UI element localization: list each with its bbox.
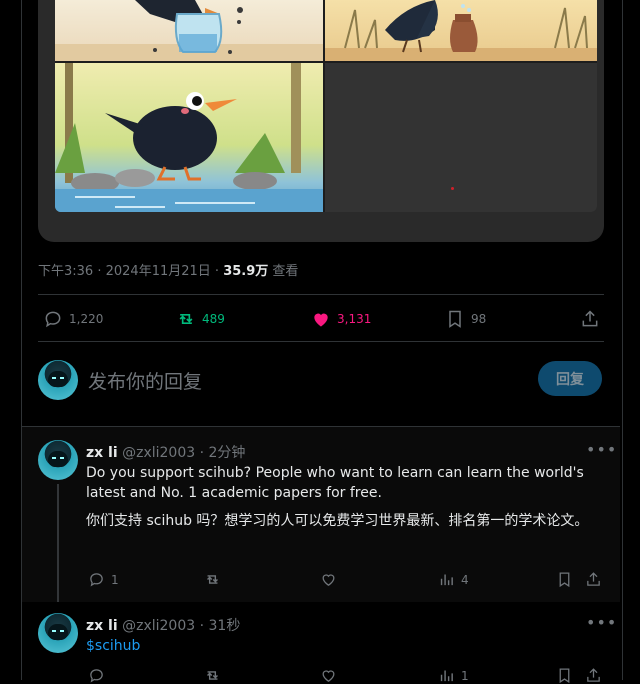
- view-count: 1: [461, 668, 469, 683]
- bookmark-icon: [559, 668, 570, 684]
- views-icon: [440, 574, 453, 586]
- reply-icon: [45, 311, 61, 328]
- views-count: 35.9万: [223, 264, 269, 279]
- display-name[interactable]: zx li: [86, 445, 118, 461]
- heart-icon: [322, 574, 335, 586]
- tweet-date[interactable]: 2024年11月21日: [106, 264, 211, 279]
- share-action[interactable]: [585, 667, 608, 684]
- retweet-action[interactable]: [204, 667, 227, 684]
- reply-action[interactable]: [88, 667, 111, 684]
- like-action[interactable]: [320, 571, 343, 588]
- bookmark-count: 98: [471, 312, 487, 326]
- media-image-3[interactable]: [55, 63, 323, 212]
- share-action[interactable]: [580, 309, 606, 329]
- divider: [38, 294, 604, 295]
- tweet-meta: 下午3:36 · 2024年11月21日 · 35.9万 查看: [38, 260, 298, 279]
- views-action[interactable]: 4: [438, 571, 469, 588]
- media-image-4-placeholder: [325, 63, 597, 212]
- share-icon: [587, 572, 600, 586]
- thread-line: [57, 484, 59, 610]
- reply-action[interactable]: 1,220: [43, 309, 103, 329]
- views-label: 查看: [272, 264, 299, 279]
- reply-icon: [90, 669, 103, 683]
- reply-count: 1: [111, 572, 119, 587]
- reply-button[interactable]: 回复: [538, 361, 602, 396]
- more-icon[interactable]: •••: [586, 613, 617, 632]
- retweet-icon: [207, 671, 218, 680]
- reply-icon: [90, 573, 103, 587]
- bookmark-icon: [559, 572, 570, 588]
- progress-dot: [451, 187, 454, 190]
- timestamp[interactable]: 31秒: [209, 618, 241, 634]
- tweet-media-card[interactable]: [38, 0, 604, 242]
- view-count: 4: [461, 572, 469, 587]
- meta-separator: ·: [97, 264, 106, 279]
- bookmark-action[interactable]: [556, 571, 579, 588]
- reply-header: zx li @zxli2003 · 31秒: [86, 615, 240, 635]
- reply-count: 1,220: [69, 312, 104, 326]
- heart-icon: [314, 313, 328, 327]
- reply-text-en: Do you support scihub? People who want t…: [86, 465, 584, 501]
- media-image-1[interactable]: [55, 0, 323, 61]
- bookmark-action[interactable]: 98: [445, 309, 486, 329]
- more-icon[interactable]: •••: [586, 440, 617, 459]
- views-action[interactable]: 1: [438, 667, 469, 684]
- media-grid: [55, 0, 597, 212]
- share-icon: [587, 668, 600, 682]
- like-count: 3,131: [337, 312, 372, 326]
- reply-header: zx li @zxli2003 · 2分钟: [86, 442, 245, 462]
- display-name[interactable]: zx li: [86, 618, 118, 634]
- retweet-action[interactable]: 489: [176, 309, 225, 329]
- bookmark-icon: [449, 310, 461, 328]
- share-action[interactable]: [585, 571, 608, 588]
- avatar[interactable]: [38, 440, 78, 480]
- handle[interactable]: @zxli2003: [122, 618, 195, 634]
- time-separator: ·: [199, 618, 209, 634]
- retweet-icon: [179, 314, 193, 324]
- retweet-count: 489: [202, 312, 225, 326]
- media-image-2[interactable]: [325, 0, 597, 61]
- bookmark-action[interactable]: [556, 667, 579, 684]
- handle[interactable]: @zxli2003: [122, 445, 195, 461]
- share-icon: [582, 310, 598, 327]
- tweet-time[interactable]: 下午3:36: [38, 264, 93, 279]
- like-action[interactable]: 3,131: [311, 309, 371, 329]
- divider: [38, 341, 604, 342]
- reply-action[interactable]: 1: [88, 571, 119, 588]
- meta-separator: ·: [214, 264, 224, 279]
- heart-icon: [322, 670, 335, 682]
- retweet-icon: [207, 575, 218, 584]
- reply-text-zh: 你们支持 scihub 吗？想学习的人可以免费学习世界最新、排名第一的学术论文。: [86, 513, 589, 529]
- like-action[interactable]: [320, 667, 343, 684]
- views-icon: [440, 670, 453, 682]
- avatar[interactable]: [38, 360, 78, 400]
- timestamp[interactable]: 2分钟: [209, 445, 246, 461]
- reply-input[interactable]: 发布你的回复: [88, 367, 202, 394]
- avatar[interactable]: [38, 613, 78, 653]
- retweet-action[interactable]: [204, 571, 227, 588]
- time-separator: ·: [199, 445, 209, 461]
- cashtag-link[interactable]: $scihub: [86, 636, 602, 656]
